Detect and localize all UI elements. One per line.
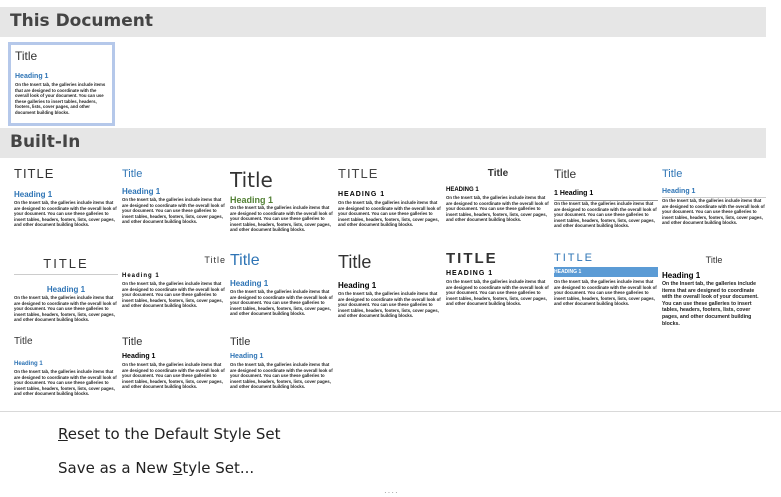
thumb-heading: HEADING 1: [338, 191, 386, 198]
thumb-heading: Heading 1: [122, 353, 156, 360]
thumb-title: Title: [705, 255, 723, 265]
menu-separator: [0, 411, 781, 412]
thumb-heading: Heading 1: [15, 73, 49, 80]
thumb-title: Title: [15, 49, 38, 63]
thumb-heading: Heading 1: [14, 190, 53, 199]
style-set-built-in-5[interactable]: Title HEADING 1 On the Insert tab, the g…: [446, 167, 550, 249]
thumb-title: TITLE: [338, 167, 379, 181]
thumb-body: On the Insert tab, the galleries include…: [554, 279, 657, 307]
thumb-heading: Heading 1: [338, 281, 377, 290]
thumb-heading: 1 Heading 1: [554, 189, 658, 201]
reset-label: eset to the Default Style Set: [67, 425, 281, 443]
style-set-built-in-13[interactable]: TITLE HEADING 1 On the Insert tab, the g…: [554, 251, 658, 333]
thumb-heading: Heading 1: [230, 279, 269, 288]
thumb-body: On the Insert tab, the galleries include…: [14, 369, 117, 397]
style-set-built-in-16[interactable]: Title Heading 1 On the Insert tab, the g…: [122, 335, 226, 417]
style-set-built-in-17[interactable]: Title Heading 1 On the Insert tab, the g…: [230, 335, 334, 417]
thumb-body: On the Insert tab, the galleries include…: [15, 82, 106, 115]
style-set-built-in-8[interactable]: TITLE Heading 1 On the Insert tab, the g…: [14, 251, 118, 333]
thumb-heading: Heading 1: [122, 273, 160, 279]
mnemonic-s: S: [172, 459, 183, 477]
thumb-body: On the Insert tab, the galleries include…: [230, 362, 333, 390]
thumb-body: On the Insert tab, the galleries include…: [662, 281, 759, 327]
thumb-title: Title: [230, 169, 273, 191]
mnemonic-r: R: [58, 425, 68, 443]
thumb-heading: HEADING 1: [446, 270, 494, 277]
thumb-title: TITLE: [554, 252, 594, 264]
style-set-this-document[interactable]: Title Heading 1 On the Insert tab, the g…: [8, 42, 115, 126]
thumb-body: On the Insert tab, the galleries include…: [662, 198, 765, 226]
thumb-heading: Heading 1: [230, 353, 264, 360]
thumb-heading: HEADING 1: [554, 267, 658, 277]
style-set-built-in-6[interactable]: Title 1 Heading 1 On the Insert tab, the…: [554, 167, 658, 249]
thumb-title: Title: [122, 168, 143, 180]
thumb-body: On the Insert tab, the galleries include…: [446, 279, 549, 307]
style-set-built-in-3[interactable]: Title Heading 1 On the Insert tab, the g…: [230, 165, 334, 247]
thumb-title: Title: [554, 167, 577, 181]
thumb-title: Title: [487, 168, 509, 179]
style-set-built-in-12[interactable]: TITLE HEADING 1 On the Insert tab, the g…: [446, 251, 550, 333]
thumb-heading: Heading 1: [662, 271, 701, 280]
thumb-body: On the Insert tab, the galleries include…: [122, 362, 225, 390]
resize-grip-icon[interactable]: ····: [384, 488, 399, 497]
thumb-title: Title: [204, 255, 226, 265]
this-document-label: This Document: [10, 11, 154, 31]
thumb-title: Title: [14, 336, 33, 347]
thumb-body: On the Insert tab, the galleries include…: [230, 289, 333, 317]
save-label-end: tyle Set...: [182, 459, 255, 477]
thumb-body: On the Insert tab, the galleries include…: [338, 291, 441, 319]
thumb-title: Title: [230, 336, 251, 348]
style-set-built-in-14[interactable]: Title Heading 1 On the Insert tab, the g…: [662, 251, 766, 333]
thumb-body: On the Insert tab, the galleries include…: [14, 200, 117, 228]
style-set-built-in-9[interactable]: Title Heading 1 On the Insert tab, the g…: [122, 253, 226, 335]
thumb-heading: Heading 1: [230, 195, 274, 205]
this-document-header: This Document: [0, 7, 766, 37]
thumb-title: Title: [230, 252, 260, 269]
thumb-title: TITLE: [14, 167, 55, 181]
thumb-body: On the Insert tab, the galleries include…: [554, 201, 657, 229]
style-set-built-in-11[interactable]: Title Heading 1 On the Insert tab, the g…: [338, 251, 442, 333]
thumb-title: TITLE: [446, 251, 498, 267]
thumb-body: On the Insert tab, the galleries include…: [14, 295, 117, 323]
style-set-built-in-7[interactable]: Title Heading 1 On the Insert tab, the g…: [662, 167, 766, 249]
thumb-body: On the Insert tab, the galleries include…: [446, 195, 549, 223]
thumb-body: On the Insert tab, the galleries include…: [122, 281, 225, 309]
style-set-built-in-15[interactable]: Title Heading 1 On the Insert tab, the g…: [14, 335, 118, 417]
style-set-built-in-10[interactable]: Title Heading 1 On the Insert tab, the g…: [230, 251, 334, 333]
style-set-built-in-2[interactable]: Title Heading 1 On the Insert tab, the g…: [122, 167, 226, 249]
thumb-body: On the Insert tab, the galleries include…: [338, 200, 441, 228]
thumb-title: Title: [662, 168, 683, 180]
reset-to-default-style-set-menu-item[interactable]: Reset to the Default Style Set: [58, 425, 281, 443]
thumb-title: Title: [338, 252, 372, 272]
built-in-label: Built-In: [10, 132, 81, 152]
thumb-heading: Heading 1: [46, 285, 86, 294]
style-set-built-in-1[interactable]: TITLE Heading 1 On the Insert tab, the g…: [14, 167, 118, 249]
built-in-header: Built-In: [0, 128, 766, 158]
save-as-new-style-set-menu-item[interactable]: Save as a New Style Set...: [58, 459, 254, 477]
thumb-title: TITLE: [14, 257, 118, 275]
thumb-heading: Heading 1: [122, 187, 161, 196]
save-label-start: Save as a New: [58, 459, 173, 477]
thumb-body: On the Insert tab, the galleries include…: [122, 197, 225, 225]
thumb-title: Title: [122, 336, 143, 348]
style-set-built-in-4[interactable]: TITLE HEADING 1 On the Insert tab, the g…: [338, 167, 442, 249]
thumb-heading: Heading 1: [662, 187, 766, 198]
thumb-heading: Heading 1: [14, 361, 43, 367]
thumb-heading: HEADING 1: [446, 187, 479, 193]
thumb-body: On the Insert tab, the galleries include…: [230, 205, 333, 233]
